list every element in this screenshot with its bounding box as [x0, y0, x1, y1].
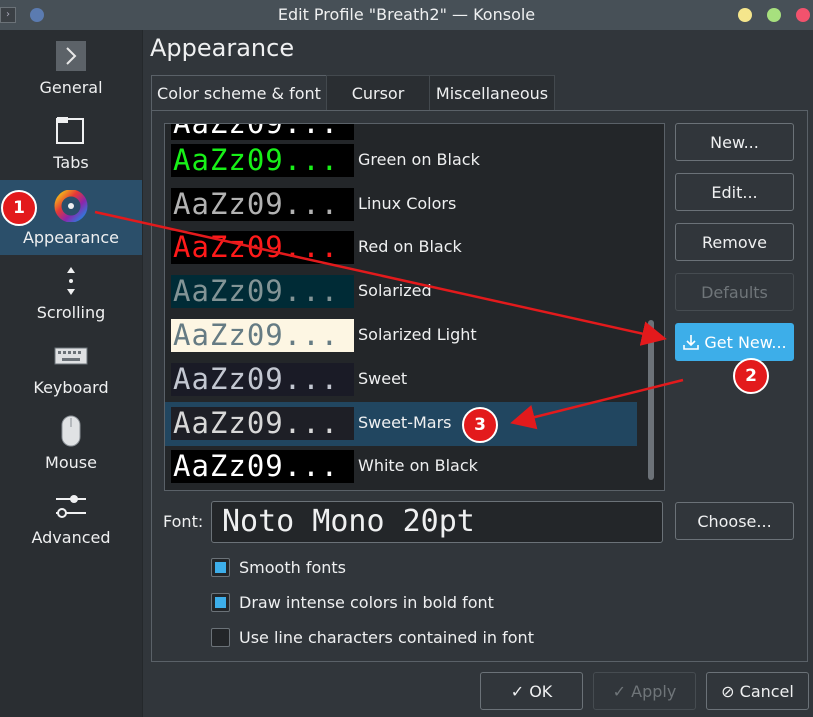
close-icon[interactable] [796, 8, 810, 22]
sidebar-item-tabs[interactable]: Tabs [0, 105, 142, 180]
remove-scheme-button[interactable]: Remove [675, 223, 794, 261]
list-item-selected[interactable]: AaZz09... Sweet-Mars [165, 402, 637, 446]
smooth-fonts-label[interactable]: Smooth fonts [239, 558, 346, 577]
mouse-icon [54, 415, 88, 447]
sidebar-item-label: Tabs [53, 153, 89, 172]
list-item[interactable]: AaZz09... White on Black [165, 445, 637, 489]
tabs-icon [54, 115, 88, 147]
new-scheme-button[interactable]: New... [675, 123, 794, 161]
annotation-badge-2: 2 [733, 358, 769, 394]
minimize-icon[interactable] [738, 8, 752, 22]
list-item[interactable]: AaZz09... Solarized [165, 270, 637, 314]
scheme-name: Linux Colors [358, 194, 457, 213]
list-item[interactable]: AaZz09... Red on Black [165, 226, 637, 270]
scheme-preview: AaZz09... [171, 231, 354, 264]
sidebar: General Tabs Appearance Scrolling Keyboa… [0, 30, 143, 717]
ok-label: OK [529, 682, 553, 701]
annotation-badge-1: 1 [1, 190, 37, 226]
sidebar-item-label: Scrolling [36, 303, 106, 322]
edit-scheme-button[interactable]: Edit... [675, 173, 794, 211]
scheme-name: Solarized Light [358, 325, 477, 344]
sidebar-item-label: Appearance [22, 228, 120, 247]
font-label: Font: [163, 512, 204, 531]
maximize-icon[interactable] [767, 8, 781, 22]
scheme-preview: AaZz09... [171, 124, 354, 140]
scroll-icon [54, 265, 88, 297]
sidebar-item-advanced[interactable]: Advanced [0, 480, 142, 555]
scheme-name: White on Black [358, 456, 478, 475]
ok-button[interactable]: ✓ OK [480, 672, 583, 710]
sliders-icon [54, 490, 88, 522]
scheme-name: Red on Black [358, 237, 462, 256]
cancel-button[interactable]: ⊘ Cancel [706, 672, 809, 710]
bold-intense-label[interactable]: Draw intense colors in bold font [239, 593, 494, 612]
scheme-preview: AaZz09... [171, 319, 354, 352]
line-characters-label[interactable]: Use line characters contained in font [239, 628, 534, 647]
sidebar-item-label: Mouse [45, 453, 97, 472]
scheme-name: Green on Black [358, 150, 480, 169]
annotation-badge-3: 3 [462, 407, 498, 443]
scheme-preview: AaZz09... [171, 450, 354, 483]
page-title: Appearance [150, 34, 295, 62]
smooth-fonts-checkbox[interactable] [211, 558, 230, 577]
scheme-preview: AaZz09... [171, 188, 354, 221]
tab-miscellaneous[interactable]: Miscellaneous [429, 75, 555, 111]
sidebar-item-general[interactable]: General [0, 30, 142, 105]
tab-color-scheme-font[interactable]: Color scheme & font [151, 75, 327, 111]
font-preview: Noto Mono 20pt [211, 501, 663, 543]
scheme-name: Sweet [358, 369, 408, 388]
check-icon: ✓ [612, 682, 627, 701]
keyboard-icon [54, 340, 88, 372]
list-item[interactable]: AaZz09... Green on Black [165, 139, 637, 183]
sidebar-item-label: Advanced [31, 528, 111, 547]
sidebar-item-keyboard[interactable]: Keyboard [0, 330, 142, 405]
download-icon [682, 327, 700, 350]
bold-intense-checkbox[interactable] [211, 593, 230, 612]
list-scrollbar[interactable] [648, 320, 654, 480]
list-item[interactable]: AaZz09... Linux Colors [165, 183, 637, 227]
sidebar-item-mouse[interactable]: Mouse [0, 405, 142, 480]
title-bar: › Edit Profile "Breath2" — Konsole [0, 0, 813, 30]
scheme-name: Sweet-Mars [358, 413, 452, 432]
color-scheme-list[interactable]: AaZz09... AaZz09... Green on Black AaZz0… [164, 123, 665, 491]
scheme-preview: AaZz09... [171, 363, 354, 396]
choose-font-button[interactable]: Choose... [675, 502, 794, 540]
apply-button[interactable]: ✓ Apply [593, 672, 696, 710]
tab-cursor[interactable]: Cursor [326, 75, 430, 111]
sidebar-item-label: General [39, 78, 103, 97]
line-characters-checkbox[interactable] [211, 628, 230, 647]
window-title: Edit Profile "Breath2" — Konsole [277, 5, 536, 24]
general-icon [54, 40, 88, 72]
defaults-button[interactable]: Defaults [675, 273, 794, 311]
apply-label: Apply [631, 682, 677, 701]
get-new-button[interactable]: Get New... [675, 323, 794, 361]
sidebar-item-scrolling[interactable]: Scrolling [0, 255, 142, 330]
color-wheel-icon [54, 189, 88, 223]
scheme-preview: AaZz09... [171, 144, 354, 177]
scheme-name: Solarized [358, 281, 432, 300]
sidebar-item-label: Keyboard [33, 378, 109, 397]
get-new-label: Get New... [704, 333, 787, 352]
list-item[interactable]: AaZz09... Solarized Light [165, 314, 637, 358]
scheme-preview: AaZz09... [171, 407, 354, 440]
check-icon: ✓ [510, 682, 525, 701]
cancel-label: Cancel [739, 682, 794, 701]
cancel-icon: ⊘ [721, 682, 735, 701]
scheme-preview: AaZz09... [171, 275, 354, 308]
list-item[interactable]: AaZz09... Sweet [165, 358, 637, 402]
